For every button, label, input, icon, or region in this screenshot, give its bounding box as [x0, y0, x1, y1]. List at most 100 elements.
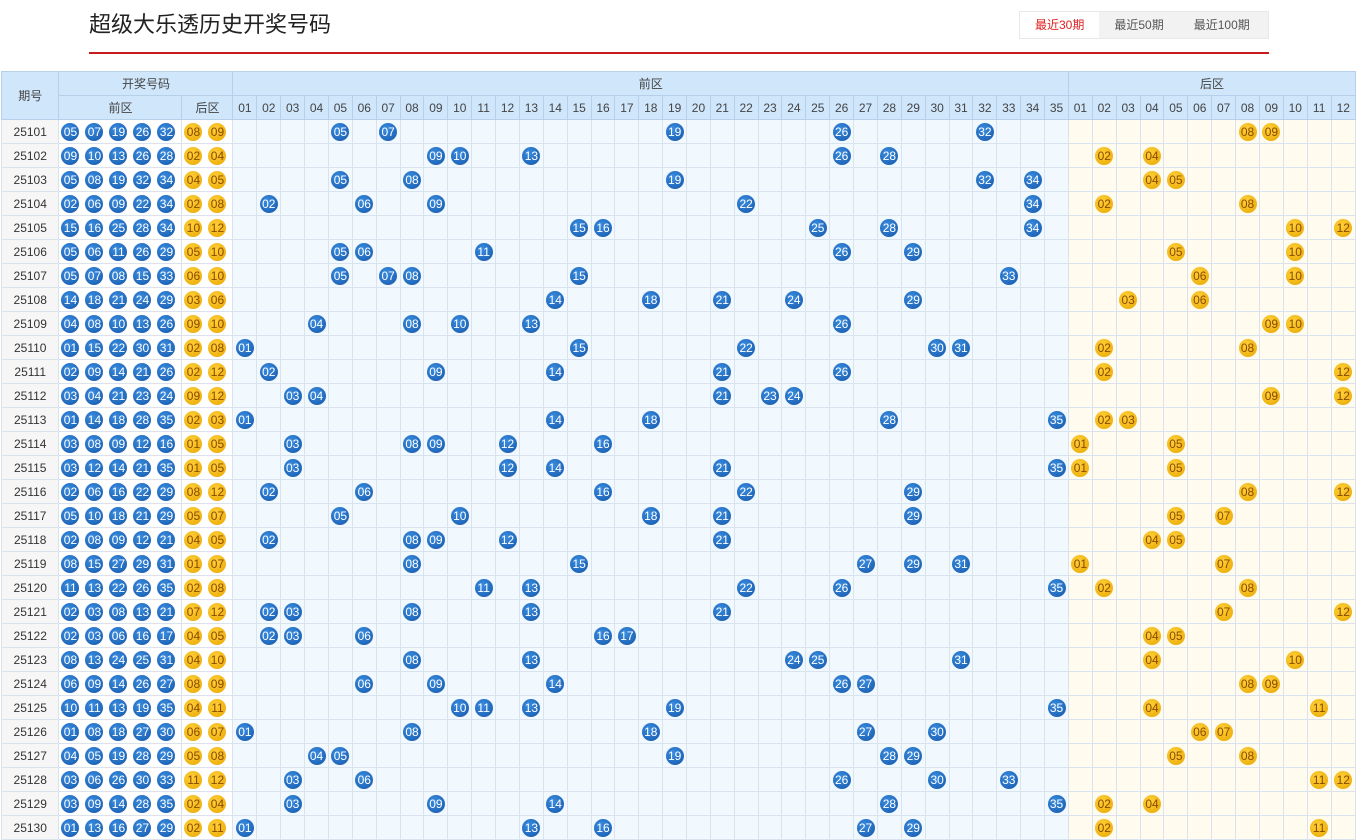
- back-hit-ball: 08: [1238, 482, 1257, 501]
- front-distribution-cell: 05: [327, 167, 353, 192]
- front-distribution-cell: [996, 287, 1022, 312]
- back-distribution-cell: [1258, 599, 1284, 624]
- front-distribution-cell: [757, 239, 783, 264]
- back-distribution-cell: [1211, 359, 1237, 384]
- front-distribution-cell: [662, 647, 688, 672]
- front-hit-ball: 01: [235, 338, 254, 357]
- front-distribution-cell: 21: [709, 383, 735, 408]
- front-distribution-cell: [447, 767, 473, 792]
- front-distribution-cell: 35: [1044, 455, 1069, 480]
- back-distribution-cell: [1235, 599, 1260, 624]
- front-distribution-cell: [232, 623, 258, 648]
- front-distribution-cell: [256, 647, 282, 672]
- back-hit-ball: 05: [1166, 530, 1185, 549]
- front-distribution-cell: [876, 263, 902, 288]
- front-distribution-cell: [686, 191, 711, 216]
- front-distribution-cell: [590, 503, 616, 528]
- front-distribution-cell: 26: [829, 311, 855, 336]
- winning-front-numbers: 02 09 14 21 26: [58, 359, 183, 384]
- front-distribution-cell: [1020, 143, 1046, 168]
- tab-recent-30[interactable]: 最近30期: [1020, 12, 1100, 38]
- tab-recent-100[interactable]: 最近100期: [1179, 12, 1265, 38]
- front-distribution-cell: [662, 767, 688, 792]
- winning-front-numbers: 02 06 16 22 29: [58, 479, 183, 504]
- back-distribution-cell: [1067, 407, 1093, 432]
- back-distribution-cell: [1091, 599, 1117, 624]
- back-distribution-cell: [1067, 503, 1093, 528]
- front-distribution-cell: [304, 695, 329, 720]
- front-distribution-cell: [638, 311, 664, 336]
- front-distribution-cell: 22: [733, 479, 759, 504]
- front-distribution-cell: [853, 791, 878, 816]
- front-distribution-cell: [566, 455, 592, 480]
- tab-recent-50[interactable]: 最近50期: [1099, 12, 1178, 38]
- back-distribution-cell: [1211, 431, 1237, 456]
- front-ball: 09: [109, 194, 128, 213]
- front-distribution-cell: [972, 671, 998, 696]
- table-row: 25119 08 15 27 29 31 01 07 08 15 27 29 31 01 07: [0, 551, 1356, 576]
- back-distribution-cell: [1067, 383, 1093, 408]
- back-distribution-cell: [1282, 479, 1308, 504]
- front-distribution-cell: [590, 287, 616, 312]
- front-hit-ball: 12: [498, 530, 517, 549]
- front-distribution-cell: [471, 455, 497, 480]
- front-hit-ball: 05: [331, 170, 350, 189]
- back-distribution-cell: [1163, 215, 1189, 240]
- front-ball: 06: [85, 770, 104, 789]
- back-ball: 05: [184, 242, 203, 261]
- front-distribution-cell: [351, 431, 377, 456]
- front-distribution-cell: [733, 263, 759, 288]
- back-distribution-cell: [1330, 191, 1356, 216]
- front-distribution-cell: [757, 743, 783, 768]
- front-distribution-cell: [614, 647, 640, 672]
- back-distribution-cell: [1258, 647, 1284, 672]
- front-distribution-cell: [853, 407, 878, 432]
- front-distribution-cell: [614, 791, 640, 816]
- front-distribution-cell: [542, 623, 568, 648]
- front-ball: 29: [157, 482, 176, 501]
- front-distribution-cell: [1044, 239, 1069, 264]
- front-distribution-cell: [972, 527, 998, 552]
- front-hit-ball: 28: [880, 410, 899, 429]
- back-distribution-cell: [1211, 743, 1237, 768]
- back-distribution-cell: [1163, 359, 1189, 384]
- front-distribution-cell: [232, 671, 258, 696]
- front-distribution-cell: [614, 119, 640, 144]
- front-distribution-cell: [805, 287, 831, 312]
- front-distribution-cell: [447, 479, 473, 504]
- front-distribution-cell: [853, 503, 878, 528]
- front-distribution-cell: [495, 239, 520, 264]
- front-distribution-cell: [1020, 575, 1046, 600]
- front-ball: 06: [109, 626, 128, 645]
- back-distribution-cell: [1163, 767, 1189, 792]
- back-distribution-cell: [1306, 623, 1332, 648]
- back-distribution-cell: [1211, 383, 1237, 408]
- front-ball: 32: [133, 170, 152, 189]
- front-distribution-cell: [876, 383, 902, 408]
- winning-front-numbers: 11 13 22 26 35: [58, 575, 183, 600]
- front-distribution-cell: [375, 719, 401, 744]
- back-distribution-cell: [1235, 815, 1260, 840]
- back-distribution-cell: [1282, 551, 1308, 576]
- back-distribution-cell: [1067, 287, 1093, 312]
- front-distribution-cell: [447, 263, 473, 288]
- front-distribution-cell: [375, 743, 401, 768]
- back-distribution-cell: [1187, 143, 1213, 168]
- front-distribution-cell: 31: [948, 551, 974, 576]
- front-distribution-cell: [590, 191, 616, 216]
- front-distribution-cell: [972, 647, 998, 672]
- back-distribution-cell: [1139, 815, 1165, 840]
- front-distribution-cell: [542, 695, 568, 720]
- front-distribution-cell: [375, 215, 401, 240]
- front-hit-ball: 35: [1047, 698, 1066, 717]
- front-distribution-cell: [232, 143, 258, 168]
- front-distribution-cell: 03: [280, 455, 306, 480]
- front-distribution-cell: [1020, 527, 1046, 552]
- back-distribution-cell: [1306, 647, 1332, 672]
- front-distribution-cell: [614, 551, 640, 576]
- front-distribution-cell: [662, 143, 688, 168]
- back-distribution-cell: 02: [1091, 359, 1117, 384]
- front-distribution-cell: 29: [900, 551, 926, 576]
- back-distribution-cell: [1067, 311, 1093, 336]
- front-hit-ball: 32: [975, 122, 994, 141]
